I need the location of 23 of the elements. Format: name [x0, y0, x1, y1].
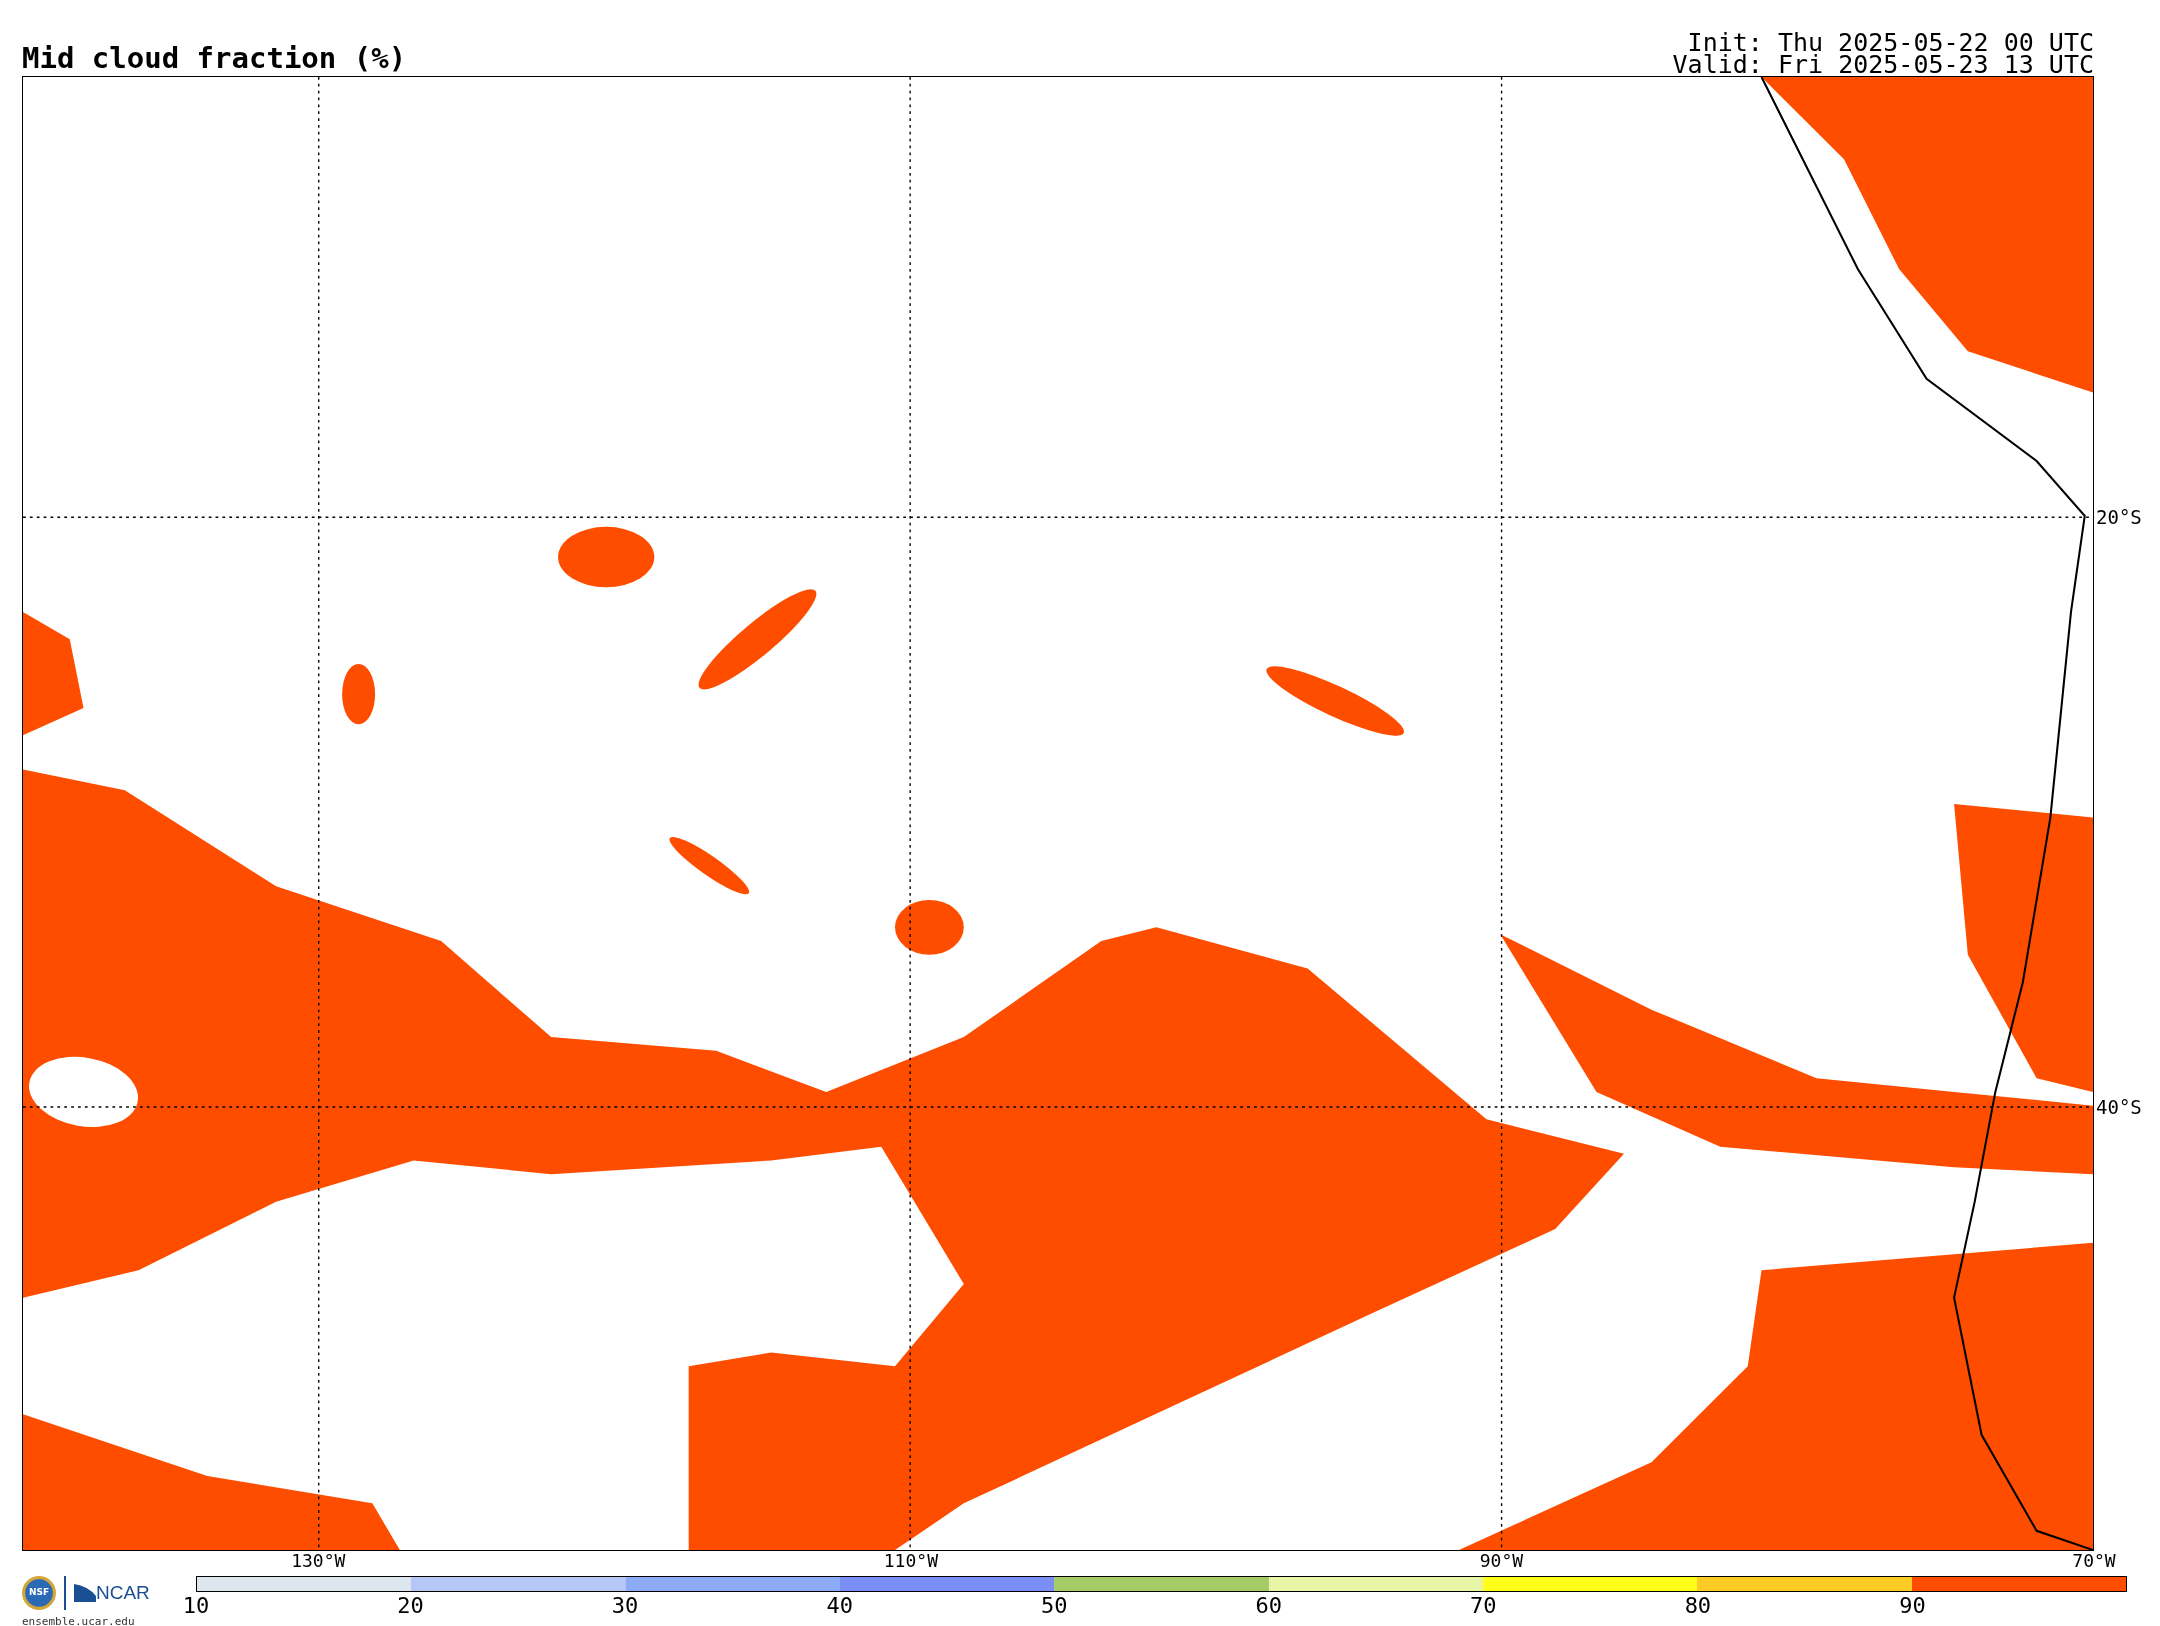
longitude-label: 110°W	[883, 1552, 938, 1570]
org-logo-text: NCAR	[96, 1580, 150, 1605]
longitude-label: 90°W	[1479, 1552, 1524, 1570]
init-time: Init: Thu 2025-05-22 00 UTC	[1687, 32, 2094, 54]
scale-tick-label: 80	[1684, 1595, 1712, 1617]
scale-tick-label: 20	[397, 1595, 424, 1617]
scale-tick-label: 40	[826, 1595, 853, 1617]
scale-tick-label: 10	[182, 1595, 210, 1617]
website-url: ensemble.ucar.edu	[22, 1614, 136, 1626]
divider-line	[64, 1576, 66, 1610]
seal-logo: NSF	[22, 1576, 56, 1610]
valid-time: Valid: Fri 2025-05-23 13 UTC	[1672, 54, 2094, 76]
chart-title: Mid cloud fraction (%)	[22, 44, 407, 73]
scale-tick-label: 90	[1899, 1595, 1926, 1617]
longitude-label: 70°W	[2072, 1552, 2116, 1570]
wedge-logo-icon	[74, 1584, 96, 1602]
scale-tick-label: 50	[1040, 1595, 1068, 1617]
latitude-label: 20°S	[2096, 507, 2142, 527]
scale-tick-label: 30	[611, 1595, 639, 1617]
scale-tick-label: 70	[1470, 1595, 1497, 1617]
longitude-label: 130°W	[291, 1552, 346, 1570]
scale-tick-label: 60	[1255, 1595, 1282, 1617]
latitude-label: 40°S	[2096, 1097, 2142, 1117]
